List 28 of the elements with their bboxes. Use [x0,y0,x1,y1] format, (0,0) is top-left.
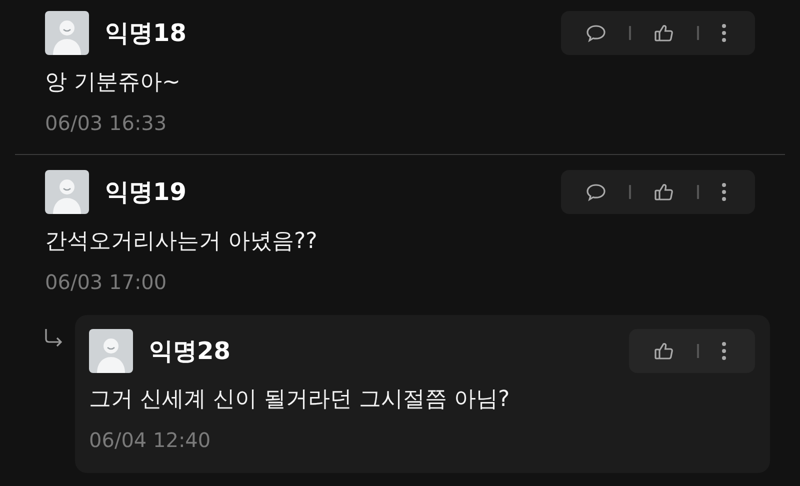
comment-time: 06/03 16:33 [45,110,168,137]
more-button[interactable] [721,181,727,203]
thumbs-up-button[interactable] [653,181,675,203]
thumbs-up-button[interactable] [653,22,675,44]
author-name: 익명19 [105,177,188,208]
reply-button[interactable] [585,22,607,44]
thumbs-up-icon [653,181,675,203]
avatar-icon [89,329,133,373]
more-icon [721,340,727,362]
more-button[interactable] [721,22,727,44]
comment-text: 앙 기분쥬아~ [45,69,182,97]
more-button[interactable] [721,340,727,362]
thumbs-up-button[interactable] [653,340,675,362]
thumbs-up-icon [653,22,675,44]
reply-icon [585,22,607,44]
comment-time: 06/04 12:40 [89,427,212,454]
comment-time: 06/03 17:00 [45,269,168,296]
more-icon [721,181,727,203]
comment-text: 간석오거리사는거 아녔음?? [45,228,318,256]
reply-button[interactable] [585,181,607,203]
author-name: 익명18 [105,18,188,49]
author-name: 익명28 [149,336,232,367]
avatar-icon [45,170,89,214]
thumbs-up-icon [653,340,675,362]
more-icon [721,22,727,44]
comment-text: 그거 신세계 신이 될거라던 그시절쯤 아님? [89,386,511,414]
avatar-icon [45,11,89,55]
reply-icon [585,181,607,203]
